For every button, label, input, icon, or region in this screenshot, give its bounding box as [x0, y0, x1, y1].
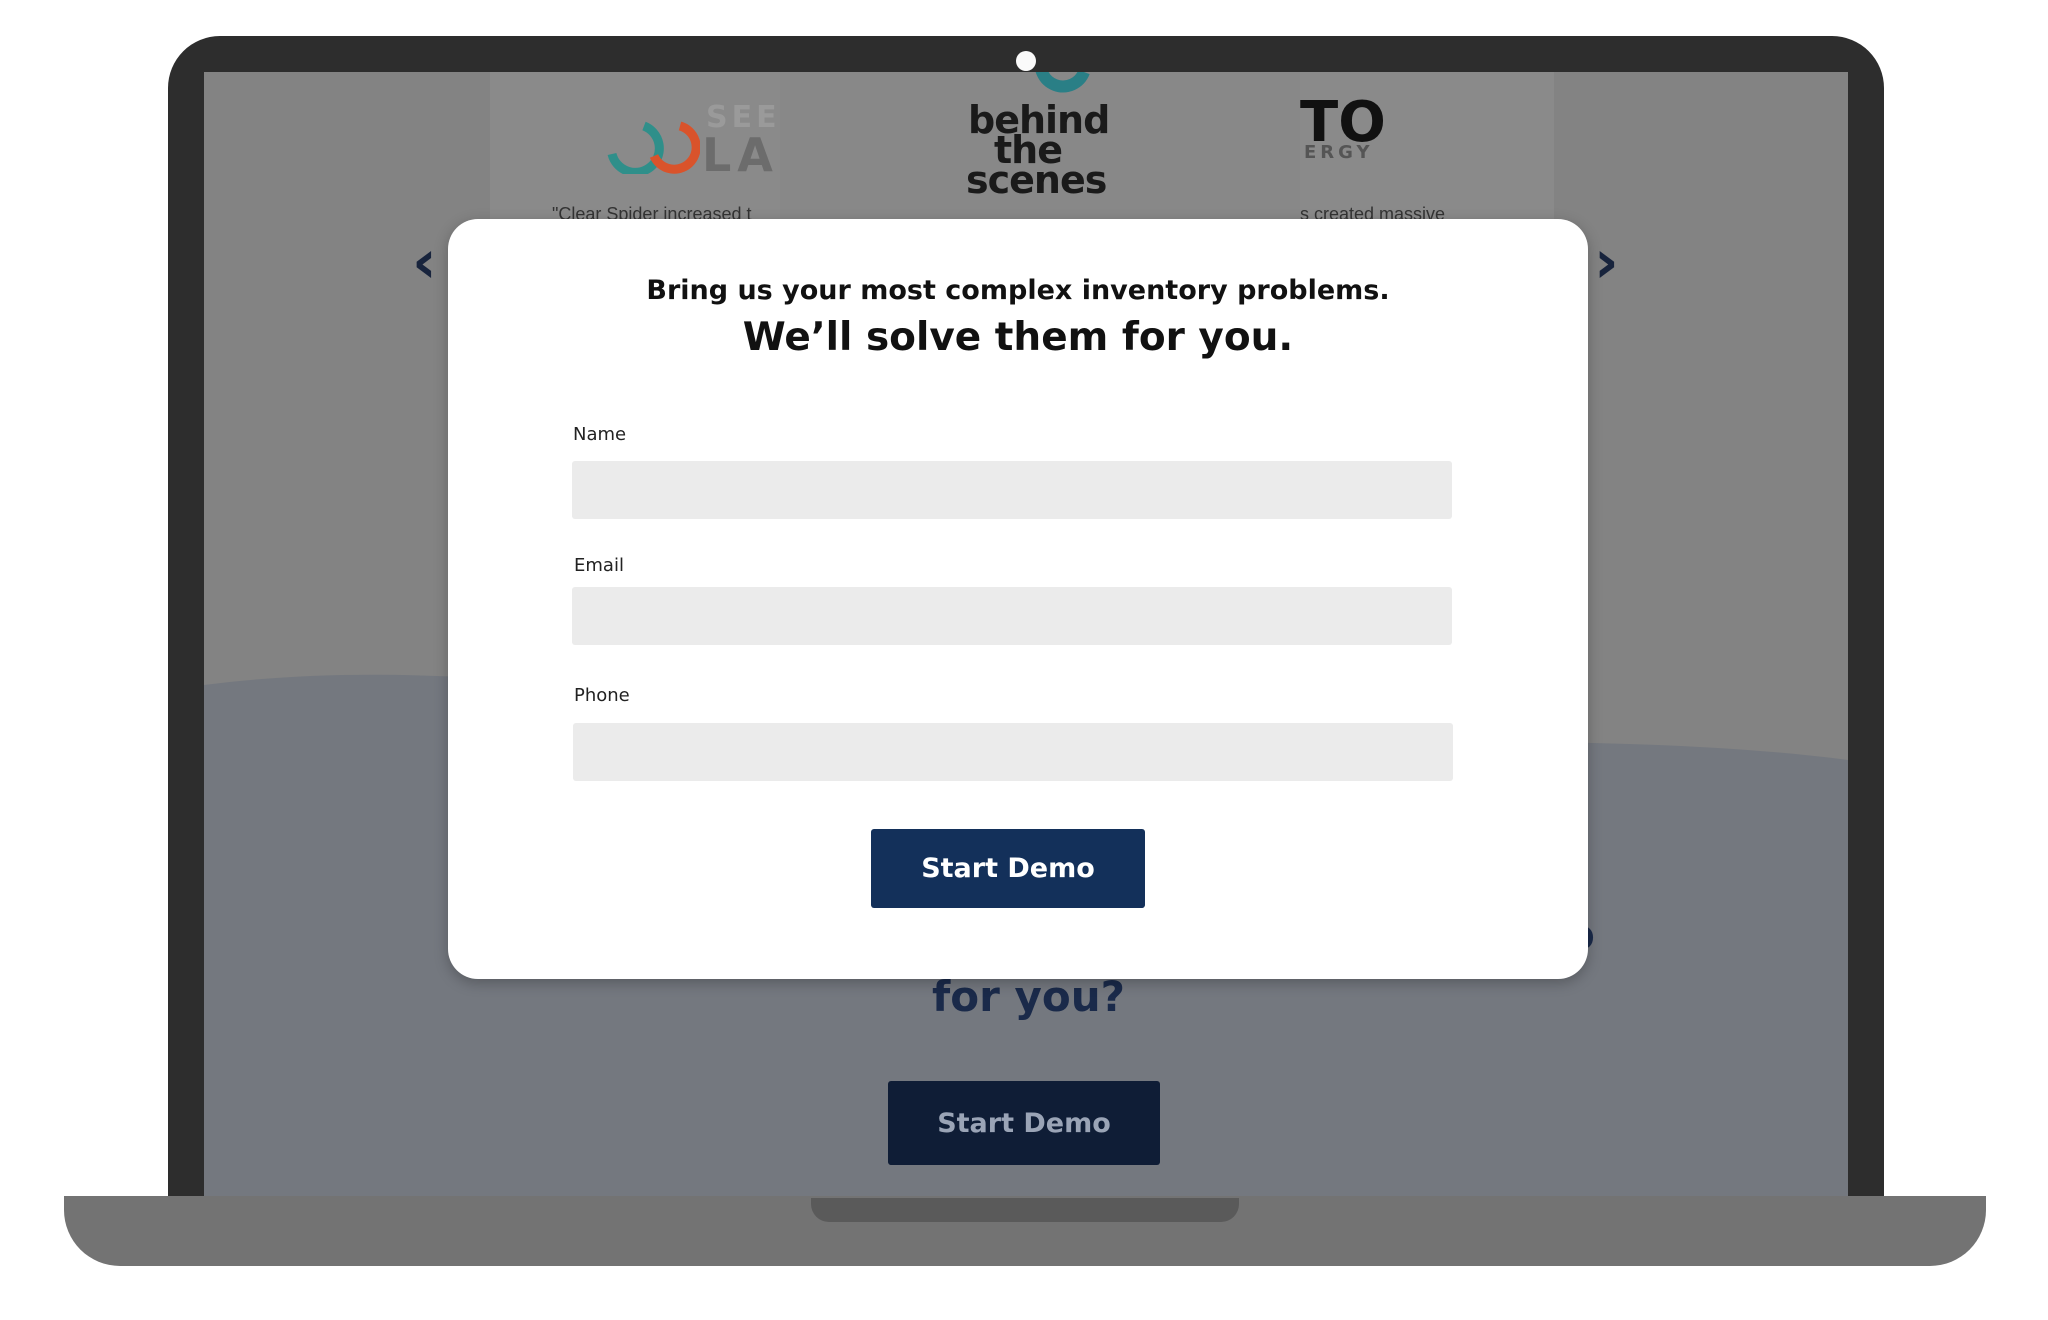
email-label: Email [574, 555, 624, 576]
seed-lab-logo-icon [607, 121, 700, 174]
background-heading: for you? [932, 972, 1125, 1021]
carousel-next-arrow[interactable]: › [1594, 232, 1619, 292]
laptop-notch [811, 1198, 1239, 1222]
background-start-demo-button[interactable]: Start Demo [888, 1081, 1160, 1165]
start-demo-button[interactable]: Start Demo [871, 829, 1145, 908]
email-input[interactable] [572, 587, 1452, 645]
demo-request-modal: Bring us your most complex inventory pro… [448, 219, 1588, 979]
webcam-icon [1016, 51, 1036, 71]
name-label: Name [573, 424, 627, 445]
name-input[interactable] [572, 461, 1452, 519]
carousel-prev-arrow[interactable]: ‹ [412, 232, 437, 292]
modal-title: We’ll solve them for you. [742, 315, 1294, 360]
phone-label: Phone [574, 685, 630, 706]
modal-subtitle: Bring us your most complex inventory pro… [646, 275, 1390, 306]
seed-lab-logo-bottom: LA [702, 128, 779, 182]
phone-input[interactable] [573, 723, 1453, 781]
laptop-mockup: SEED LA "Clear Spider increased t behind… [0, 0, 2048, 1320]
behind-the-scenes-logo-line3: scenes [966, 158, 1107, 202]
vito-logo-bottom: ERGY [1304, 142, 1374, 163]
